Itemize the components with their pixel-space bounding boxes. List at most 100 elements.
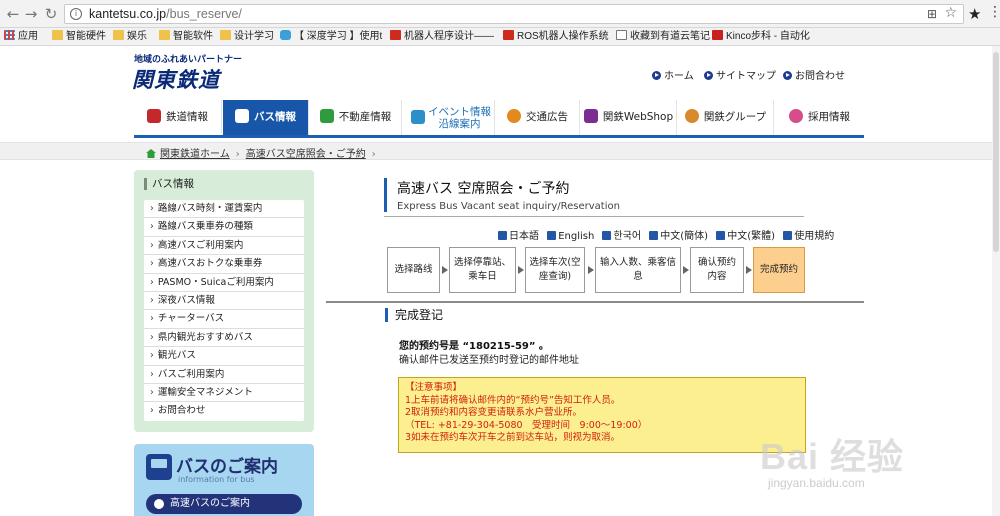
lang-korean[interactable]: 한국어 [602,231,641,242]
arrow-box-icon [498,231,507,240]
back-icon[interactable]: ← [4,5,22,23]
site-logo[interactable]: 関東鉄道 [132,64,220,94]
bookmark-folder[interactable]: 设计学习 [220,30,274,44]
page-title-en: Express Bus Vacant seat inquiry/Reservat… [397,201,620,212]
bookmark-deep-learning[interactable]: 【 深度学习 】使用t [280,30,382,44]
arrow-circle-icon [652,71,661,80]
forward-icon[interactable]: → [22,5,40,23]
express-bus-guide-button[interactable]: 高速バスのご案内 [146,494,302,514]
step-enter-passengers: 输入人数、乘客信息 [595,247,681,293]
bookmarks-bar: 应用 智能硬件 娱乐 智能软件 设计学习 【 深度学习 】使用t 机器人程序设计… [0,28,1000,46]
bookmark-folder[interactable]: 娱乐 [113,30,147,44]
notice-title: 【注意事项】 [405,382,463,393]
sidebar-item[interactable]: 高速バスご利用案内 [144,237,304,256]
sidebar-item[interactable]: 高速バスおトクな乗車券 [144,255,304,274]
bookmark-robot-programming[interactable]: 机器人程序设计—— [390,30,494,44]
sidebar-list: 路線バス時刻・運賃案内 路線バス乗車券の種類 高速バスご利用案内 高速バスおトク… [144,200,304,421]
notice-line: 2取消预约和内容变更请联系水户营业所。 [405,407,583,418]
bookmark-folder[interactable]: 智能硬件 [52,30,106,44]
nav-bus[interactable]: バス情報 [223,100,309,135]
sidebar-item[interactable]: 深夜バス情報 [144,292,304,311]
sidebar-item[interactable]: 路線バス乗車券の種類 [144,218,304,237]
arrow-circle-icon [783,71,792,80]
breadcrumb: 関東鉄道ホーム › 高速バス空席照会・ご予約 › [146,145,382,160]
sidebar-item[interactable]: お問合わせ [144,402,304,420]
contact-link[interactable]: お問合わせ [783,67,845,82]
scrollbar-thumb[interactable] [993,52,999,252]
arrow-box-icon [716,231,726,240]
cart-icon [583,109,598,123]
sidebar-item[interactable]: バスご利用案内 [144,366,304,384]
bookmark-apps[interactable]: 应用 [4,30,38,44]
sidebar-item[interactable]: 運輸安全マネジメント [144,384,304,403]
sidebar-item[interactable]: 県内観光おすすめバス [144,329,304,348]
url-text[interactable]: kantetsu.co.jp/bus_reserve/ [89,7,242,21]
progress-steps: 选择路线 选择停靠站、乘车日 选择车次(空座查询) 输入人数、乘客信息 确认预约… [387,247,807,293]
robot-icon [280,30,291,40]
folder-icon [220,30,231,40]
bookmark-ros[interactable]: ROS机器人操作系统 [503,30,609,44]
sidebar-item[interactable]: 路線バス時刻・運賃案内 [144,200,304,219]
train-icon [147,109,161,123]
sitemap-link[interactable]: サイトマップ [704,67,776,82]
breadcrumb-home[interactable]: 関東鉄道ホーム [160,149,230,160]
reload-icon[interactable]: ↻ [42,5,60,23]
extension-star-icon[interactable]: ★ [968,5,981,23]
watermark-url: jingyan.baidu.com [768,476,865,490]
lang-chinese-traditional[interactable]: 中文(繁體) [716,231,775,242]
breadcrumb-separator: › [235,149,240,160]
watermark-text: Bai 经验 [760,436,905,477]
step-select-route: 选择路线 [387,247,440,293]
k-logo-icon [712,30,723,40]
lang-chinese-simplified[interactable]: 中文(簡体) [649,231,708,242]
arrow-box-icon [602,231,612,240]
menu-icon[interactable]: ⋮ [988,4,1000,20]
nav-railway[interactable]: 鉄道情報 [134,100,222,135]
step-arrow-icon [518,266,524,274]
main-nav: 鉄道情報 バス情報 不動産情報 イベント情報 沿線案内 交通広告 関鉄WebSh… [134,100,864,138]
people-icon [789,109,803,123]
step-complete: 完成预约 [753,247,805,293]
nav-group[interactable]: 関鉄グループ [678,100,774,135]
sidebar: バス情報 路線バス時刻・運賃案内 路線バス乗車券の種類 高速バスご利用案内 高速… [134,170,314,432]
nav-events[interactable]: イベント情報 沿線案内 [403,100,495,135]
banner-title: バスのご案内 [176,457,278,477]
translate-icon[interactable]: ⊞ [927,7,937,21]
nav-webshop[interactable]: 関鉄WebShop [581,100,677,135]
home-link[interactable]: ホーム [652,67,694,82]
page-icon [616,30,627,40]
event-icon [411,110,425,124]
sidebar-item[interactable]: チャーターバス [144,310,304,329]
title-divider [384,216,804,217]
breadcrumb-current[interactable]: 高速バス空席照会・ご予約 [246,149,366,160]
apps-icon [4,30,15,40]
terms-of-use-link[interactable]: 使用規約 [783,231,834,242]
bookmark-star-icon[interactable]: ☆ [944,5,957,21]
info-icon[interactable]: i [70,8,82,20]
section-title: 完成登记 [385,308,443,322]
bookmark-youdao[interactable]: 收藏到有道云笔记 [616,30,710,44]
sidebar-item[interactable]: PASMO・Suicaご利用案内 [144,274,304,292]
network-icon [684,109,699,123]
bookmark-folder[interactable]: 智能软件 [159,30,213,44]
nav-advertising[interactable]: 交通広告 [496,100,580,135]
breadcrumb-separator: › [371,149,376,160]
step-select-trip: 选择车次(空座查询) [525,247,585,293]
bus-guide-banner[interactable]: バスのご案内 information for bus 高速バスのご案内 [134,444,314,516]
nav-recruit[interactable]: 採用情報 [775,100,864,135]
lang-english[interactable]: English [547,231,594,242]
ad-icon [507,109,521,123]
home-icon [146,149,156,158]
sidebar-title: バス情報 [144,178,194,190]
arrow-box-icon [783,231,793,240]
sidebar-item[interactable]: 観光バス [144,347,304,366]
banner-subtitle: information for bus [178,475,255,484]
address-bar[interactable]: i kantetsu.co.jp/bus_reserve/ ⊞ ☆ [64,4,964,24]
lang-japanese[interactable]: 日本語 [498,231,539,242]
arrow-circle-icon [704,71,713,80]
scrollbar[interactable] [992,46,1000,516]
building-icon [319,109,334,123]
bookmark-kinco[interactable]: Kinco步科 - 自动化 [712,30,810,44]
step-arrow-icon [746,266,752,274]
nav-real-estate[interactable]: 不動産情報 [310,100,402,135]
